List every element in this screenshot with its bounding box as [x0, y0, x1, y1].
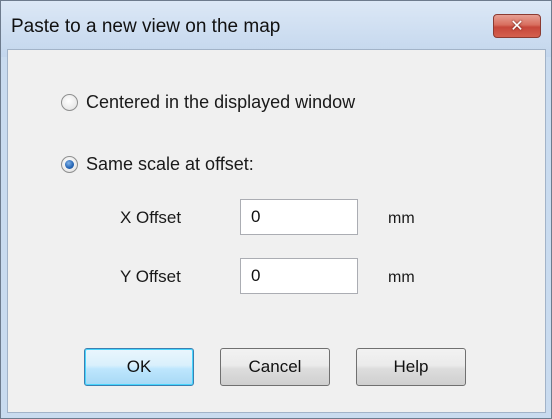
same-scale-radio[interactable]: [61, 156, 78, 173]
dialog-title: Paste to a new view on the map: [11, 16, 281, 37]
cancel-button[interactable]: Cancel: [220, 348, 330, 386]
x-offset-input[interactable]: [240, 199, 358, 235]
x-offset-unit: mm: [388, 210, 415, 227]
paste-dialog-window: Paste to a new view on the map ✕ Centere…: [0, 0, 552, 419]
centered-label: Centered in the displayed window: [86, 92, 356, 112]
x-offset-label: X Offset: [120, 208, 182, 227]
centered-radio[interactable]: [61, 94, 78, 111]
help-button[interactable]: Help: [356, 348, 466, 386]
close-icon: ✕: [510, 18, 524, 35]
y-offset-input[interactable]: [240, 258, 358, 294]
y-offset-unit: mm: [388, 269, 415, 286]
same-scale-label: Same scale at offset:: [86, 154, 254, 174]
centered-option[interactable]: Centered in the displayed window: [61, 92, 355, 113]
close-button[interactable]: ✕: [493, 14, 541, 38]
ok-button[interactable]: OK: [84, 348, 194, 386]
y-offset-label: Y Offset: [120, 267, 181, 286]
same-scale-option[interactable]: Same scale at offset:: [61, 154, 254, 175]
dialog-body: Centered in the displayed window Same sc…: [7, 49, 546, 413]
